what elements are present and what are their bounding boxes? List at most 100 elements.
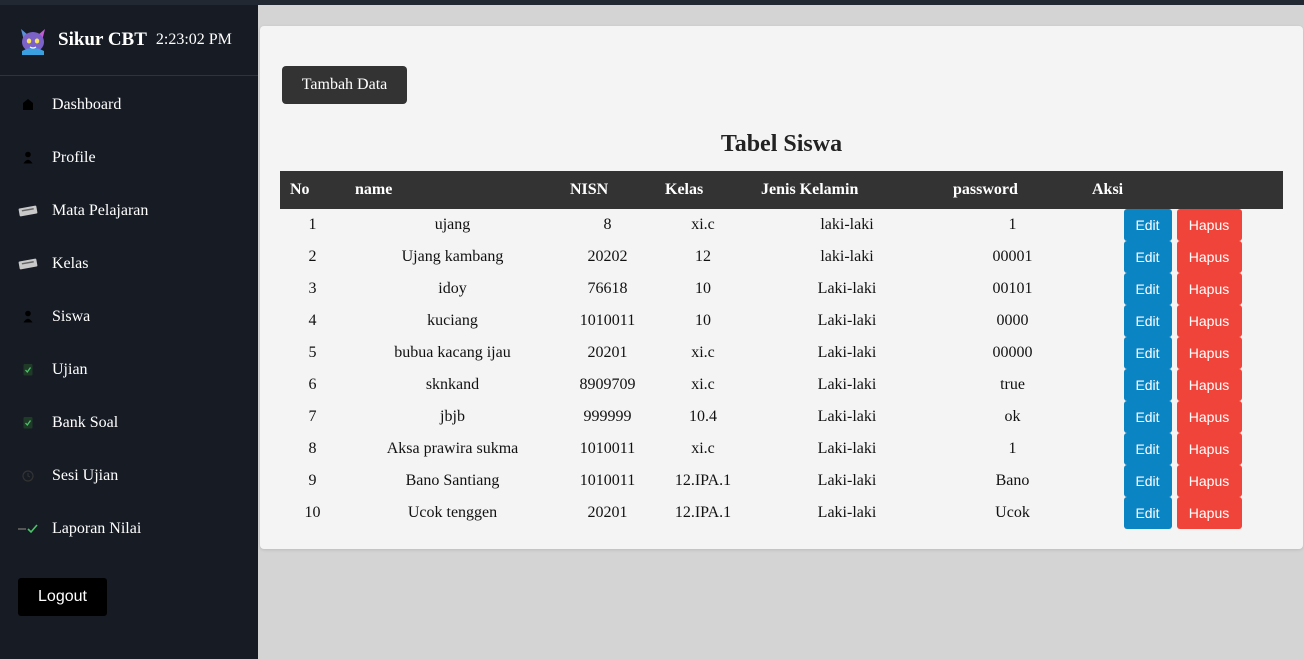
cell-kelas: 12.IPA.1 xyxy=(674,472,732,489)
edit-button[interactable]: Edit xyxy=(1123,497,1172,529)
cell-no: 7 xyxy=(308,408,317,425)
table-row: 5 bubua kacang ijau 20201 xi.c Laki-laki… xyxy=(280,337,1283,369)
brand-header: Sikur CBT 2:23:02 PM xyxy=(0,5,258,76)
cell-name: kuciang xyxy=(427,312,478,329)
column-header-nisn: NISN xyxy=(570,181,609,198)
cell-nisn: 20201 xyxy=(587,504,628,521)
cell-kelas: 12.IPA.1 xyxy=(674,504,732,521)
sidebar-item-bank-soal[interactable]: Bank Soal xyxy=(0,396,258,449)
sidebar-item-profile[interactable]: Profile xyxy=(0,131,258,184)
cell-jenis-kelamin: Laki-laki xyxy=(817,312,877,329)
delete-button[interactable]: Hapus xyxy=(1176,209,1242,241)
sidebar-item-siswa[interactable]: Siswa xyxy=(0,290,258,343)
clipboard-icon xyxy=(18,363,38,377)
sidebar-item-label: Siswa xyxy=(52,307,91,325)
edit-button[interactable]: Edit xyxy=(1123,337,1172,369)
cell-password: true xyxy=(1000,376,1025,393)
column-header-name: name xyxy=(355,181,393,198)
user-icon xyxy=(18,151,38,165)
content-panel: Tambah Data Tabel Siswa No name NISN Kel… xyxy=(260,26,1303,549)
column-header-password: password xyxy=(953,181,1018,198)
cell-name: idoy xyxy=(438,280,467,297)
cell-jenis-kelamin: Laki-laki xyxy=(817,344,877,361)
sidebar-item-mata-pelajaran[interactable]: Mata Pelajaran xyxy=(0,184,258,237)
cell-kelas: xi.c xyxy=(691,344,715,361)
cell-kelas: 10 xyxy=(695,312,711,329)
table-row: 9 Bano Santiang 1010011 12.IPA.1 Laki-la… xyxy=(280,465,1283,497)
delete-button[interactable]: Hapus xyxy=(1176,401,1242,433)
edit-button[interactable]: Edit xyxy=(1123,241,1172,273)
cell-no: 9 xyxy=(308,472,317,489)
cell-aksi: Edit Hapus xyxy=(1082,305,1283,337)
column-header-jenis-kelamin: Jenis Kelamin xyxy=(761,181,859,198)
cell-aksi: Edit Hapus xyxy=(1082,209,1283,241)
cell-nisn: 1010011 xyxy=(579,472,636,489)
table-title: Tabel Siswa xyxy=(720,131,843,157)
cell-aksi: Edit Hapus xyxy=(1082,433,1283,465)
sidebar-item-label: Laporan Nilai xyxy=(52,519,142,537)
table-header-row: No name NISN Kelas Jenis Kelamin passwor… xyxy=(280,171,1283,209)
sidebar-item-sesi-ujian[interactable]: Sesi Ujian xyxy=(0,449,258,502)
cell-name: ujang xyxy=(434,216,471,233)
cell-nisn: 1010011 xyxy=(579,440,636,457)
cell-jenis-kelamin: Laki-laki xyxy=(817,472,877,489)
sidebar-item-label: Kelas xyxy=(52,254,89,272)
edit-button[interactable]: Edit xyxy=(1123,369,1172,401)
delete-button[interactable]: Hapus xyxy=(1176,433,1242,465)
sidebar-item-label: Mata Pelajaran xyxy=(52,201,149,219)
table-row: 8 Aksa prawira sukma 1010011 xi.c Laki-l… xyxy=(280,433,1283,465)
clipboard-icon xyxy=(18,416,38,430)
cell-aksi: Edit Hapus xyxy=(1082,369,1283,401)
logout-button[interactable]: Logout xyxy=(18,578,107,616)
delete-button[interactable]: Hapus xyxy=(1176,497,1242,529)
cell-nisn: 8 xyxy=(603,216,612,233)
sidebar-item-ujian[interactable]: Ujian xyxy=(0,343,258,396)
delete-button[interactable]: Hapus xyxy=(1176,241,1242,273)
delete-button[interactable]: Hapus xyxy=(1176,369,1242,401)
cell-password: 00000 xyxy=(992,344,1033,361)
cell-no: 6 xyxy=(308,376,317,393)
add-data-button[interactable]: Tambah Data xyxy=(282,66,407,104)
cell-name: Bano Santiang xyxy=(405,472,500,489)
table-row: 7 jbjb 999999 10.4 Laki-laki ok Edit Hapu… xyxy=(280,401,1283,433)
cell-nisn: 76618 xyxy=(587,280,628,297)
cell-no: 4 xyxy=(308,312,317,329)
cell-kelas: 10 xyxy=(695,280,711,297)
sidebar-item-dashboard[interactable]: Dashboard xyxy=(0,78,258,131)
cell-name: Ucok tenggen xyxy=(407,504,498,521)
cell-aksi: Edit Hapus xyxy=(1082,241,1283,273)
app-title: Sikur CBT xyxy=(58,29,147,50)
cell-password: 0000 xyxy=(996,312,1029,329)
delete-button[interactable]: Hapus xyxy=(1176,305,1242,337)
edit-button[interactable]: Edit xyxy=(1123,401,1172,433)
cell-name: Aksa prawira sukma xyxy=(386,440,519,457)
cell-password: 1 xyxy=(1008,440,1017,457)
sidebar-item-kelas[interactable]: Kelas xyxy=(0,237,258,290)
cell-name: sknkand xyxy=(425,376,480,393)
column-header-kelas: Kelas xyxy=(665,181,704,198)
sidebar-item-label: Ujian xyxy=(52,360,88,378)
cell-nisn: 8909709 xyxy=(579,376,636,393)
table-row: 3 idoy 76618 10 Laki-laki 00101 Edit Hapu… xyxy=(280,273,1283,305)
column-header-aksi: Aksi xyxy=(1092,181,1124,198)
edit-button[interactable]: Edit xyxy=(1123,209,1172,241)
edit-button[interactable]: Edit xyxy=(1123,273,1172,305)
cell-kelas: xi.c xyxy=(691,440,715,457)
ticket-icon xyxy=(18,257,38,271)
delete-button[interactable]: Hapus xyxy=(1176,273,1242,305)
edit-button[interactable]: Edit xyxy=(1123,465,1172,497)
cell-no: 2 xyxy=(308,248,317,265)
app-logo-icon xyxy=(18,25,48,55)
table-row: 2 Ujang kambang 20202 12 laki-laki 00001… xyxy=(280,241,1283,273)
edit-button[interactable]: Edit xyxy=(1123,305,1172,337)
cell-aksi: Edit Hapus xyxy=(1082,337,1283,369)
sidebar-item-label: Profile xyxy=(52,148,96,166)
cell-aksi: Edit Hapus xyxy=(1082,497,1283,529)
home-icon xyxy=(18,98,38,112)
edit-button[interactable]: Edit xyxy=(1123,433,1172,465)
cell-password: 00101 xyxy=(992,280,1033,297)
delete-button[interactable]: Hapus xyxy=(1176,337,1242,369)
cell-no: 5 xyxy=(308,344,317,361)
sidebar-item-laporan-nilai[interactable]: Laporan Nilai xyxy=(0,502,258,555)
delete-button[interactable]: Hapus xyxy=(1176,465,1242,497)
